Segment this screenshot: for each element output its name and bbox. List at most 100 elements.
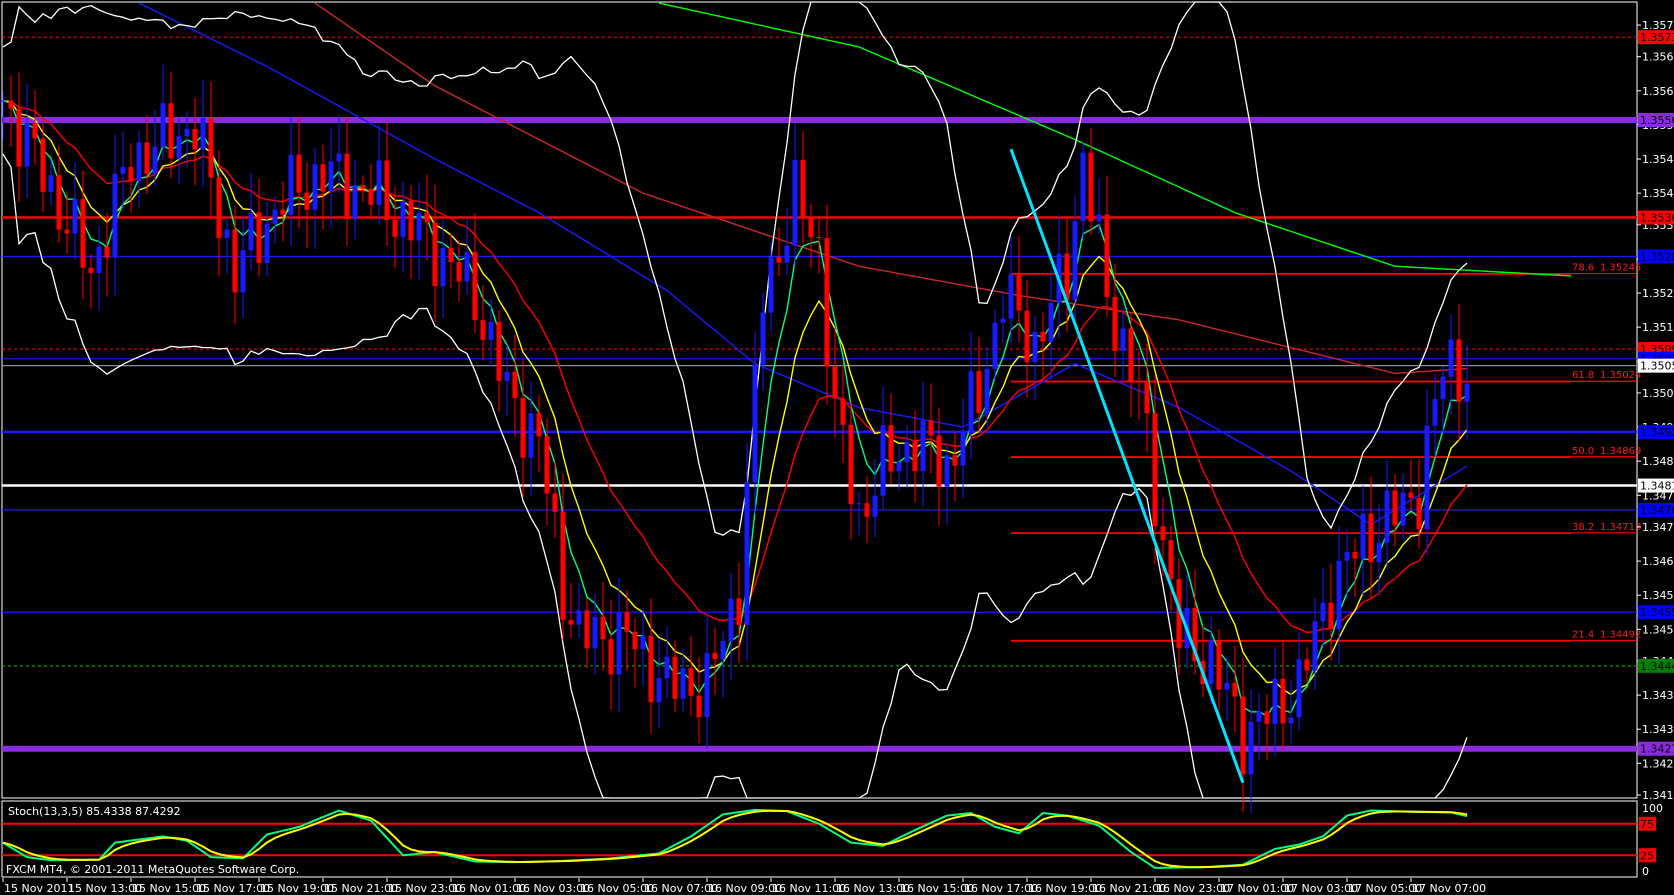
candle-body — [1208, 640, 1214, 685]
candle-body — [48, 175, 54, 192]
candle-body — [600, 616, 606, 640]
candle-body — [192, 128, 198, 150]
candle-body — [704, 652, 710, 718]
price-tick-label: 1.35620 — [1642, 85, 1674, 98]
candle-body — [1440, 376, 1446, 400]
candle-body — [1144, 381, 1150, 414]
candle-body — [16, 108, 22, 167]
candle-body — [328, 161, 334, 192]
stoch-axis-0: 0 — [1642, 865, 1649, 878]
candle-body — [840, 398, 846, 425]
candle-body — [1136, 381, 1142, 383]
stoch-level-label: 75 — [1640, 818, 1654, 831]
price-tag-label: 1.35360 — [1640, 211, 1674, 224]
price-tick-label: 1.34585 — [1642, 589, 1674, 602]
candle-body — [1000, 318, 1006, 323]
candle-body — [1384, 490, 1390, 543]
candle-body — [1032, 331, 1038, 363]
fib-level-pct: 38.2 — [1572, 522, 1594, 533]
candle-body — [680, 668, 686, 699]
candle-body — [1080, 152, 1086, 222]
price-tag-label: 1.35056 — [1640, 360, 1674, 373]
candle-body — [1024, 310, 1030, 363]
candle-body — [1352, 552, 1358, 559]
candle-body — [1072, 221, 1078, 300]
candle-body — [584, 610, 590, 649]
candle-body — [712, 652, 718, 660]
candle-body — [1264, 711, 1270, 725]
candle-body — [248, 212, 254, 251]
candle-body — [1312, 621, 1318, 671]
candle-body — [368, 188, 374, 205]
candle-body — [920, 420, 926, 472]
candle-body — [416, 212, 422, 241]
candle-body — [832, 366, 838, 399]
candle-body — [1320, 602, 1326, 622]
candle-body — [1448, 339, 1454, 377]
candle-body — [536, 413, 542, 437]
price-tick-label: 1.35480 — [1642, 153, 1674, 166]
candle-body — [816, 237, 822, 239]
candle-body — [528, 413, 534, 458]
candle-body — [592, 616, 598, 649]
candle-body — [880, 425, 886, 496]
candle-body — [936, 435, 942, 487]
candle-body — [8, 100, 14, 109]
price-tick-label: 1.35135 — [1642, 321, 1674, 334]
candle-body — [152, 146, 158, 175]
candle-body — [360, 185, 366, 189]
candle-body — [576, 610, 582, 625]
candle-body — [1120, 328, 1126, 351]
candle-body — [960, 433, 966, 466]
fib-level-pct: 50.0 — [1572, 446, 1594, 457]
fib-level-pct: 21.4 — [1572, 630, 1594, 641]
candle-body — [912, 441, 918, 472]
candle-body — [32, 123, 38, 139]
candle-body — [1416, 497, 1422, 530]
candle-body — [1328, 602, 1334, 630]
candle-body — [104, 246, 110, 258]
fib-level-pct: 78.6 — [1572, 263, 1594, 274]
candle-body — [968, 371, 974, 434]
candle-body — [352, 185, 358, 220]
candle-body — [640, 635, 646, 650]
stoch-level-label: 25 — [1640, 849, 1654, 862]
candle-body — [96, 246, 102, 273]
candle-body — [664, 656, 670, 679]
candle-body — [824, 238, 830, 367]
candle-body — [392, 220, 398, 237]
candle-body — [784, 245, 790, 263]
price-tag-label: 1.34920 — [1640, 426, 1674, 439]
candle-body — [1104, 214, 1110, 297]
candle-body — [1112, 296, 1118, 351]
candle-body — [552, 493, 558, 512]
candle-body — [976, 371, 982, 414]
price-tick-label: 1.34240 — [1642, 757, 1674, 770]
candle-body — [1240, 696, 1246, 775]
candle-body — [1040, 331, 1046, 342]
candle-body — [632, 631, 638, 650]
candle-body — [768, 257, 774, 313]
time-axis[interactable]: 15 Nov 201115 Nov 13:0015 Nov 15:0015 No… — [2, 878, 1486, 895]
candle-body — [1408, 492, 1414, 498]
price-tick-label: 1.35690 — [1642, 51, 1674, 64]
price-tick-label: 1.34655 — [1642, 555, 1674, 568]
candle-body — [928, 420, 934, 436]
candle-body — [504, 371, 510, 381]
candle-body — [72, 199, 78, 234]
candle-body — [0, 100, 6, 102]
price-tick-label: 1.34860 — [1642, 455, 1674, 468]
candle-body — [688, 668, 694, 696]
candle-body — [472, 252, 478, 321]
price-axis[interactable]: 1.357551.356901.356201.355501.354801.354… — [1637, 19, 1674, 802]
candle-body — [208, 118, 214, 178]
candle-body — [752, 364, 758, 483]
candle-body — [560, 511, 566, 620]
candle-body — [288, 154, 294, 215]
price-tick-label: 1.34725 — [1642, 521, 1674, 534]
price-tag-label: 1.34270 — [1640, 743, 1674, 756]
candle-body — [1360, 513, 1366, 559]
price-tick-label: 1.34515 — [1642, 623, 1674, 636]
candle-body — [1160, 526, 1166, 541]
price-chart[interactable]: 78.6 1.35245 61.8 1.35024 50.0 1.34869 38.2 1.3… — [0, 0, 1674, 895]
